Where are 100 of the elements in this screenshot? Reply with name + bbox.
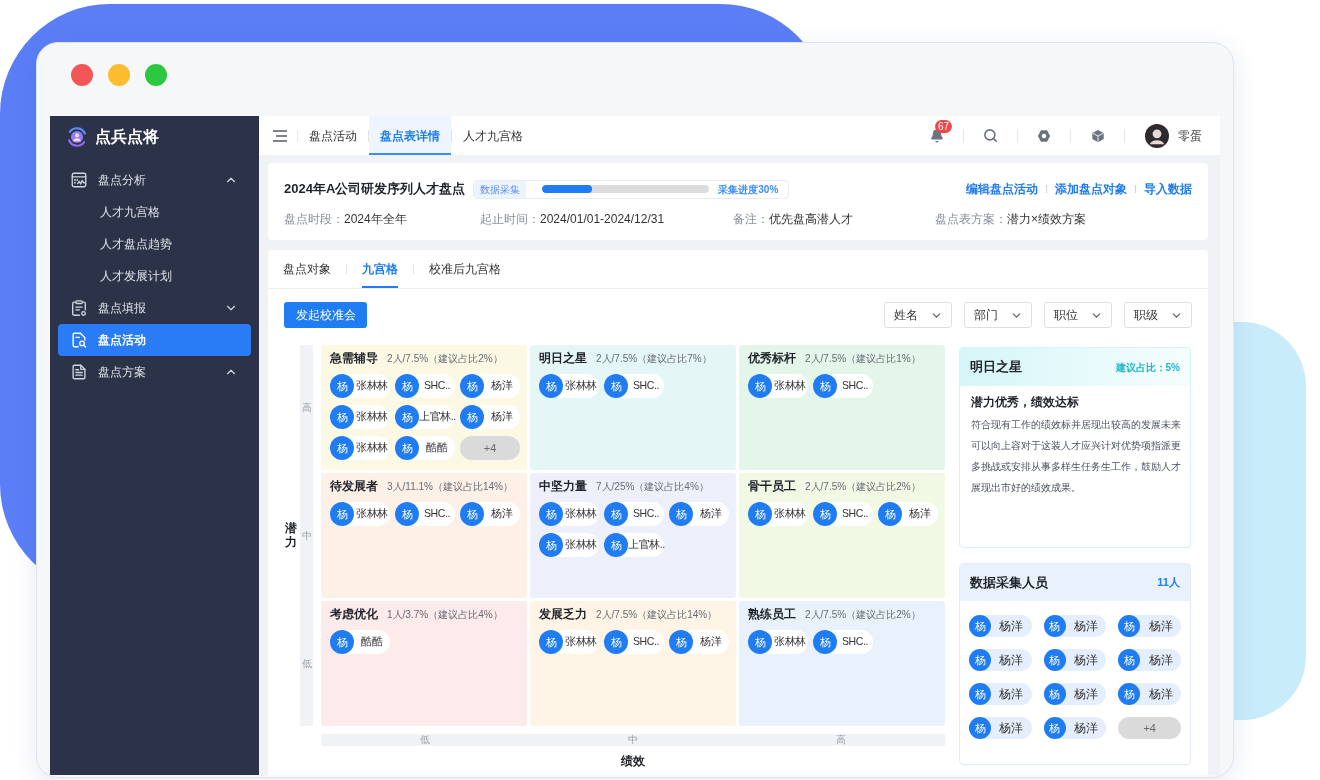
axis-level-label: 低 (420, 734, 430, 746)
person-name: 杨洋 (490, 506, 514, 522)
cell-stats: 2人/7.5%（建议占比7%） (596, 351, 712, 366)
person-name: 张林林 (564, 378, 598, 394)
settings-icon[interactable] (1037, 128, 1051, 143)
axis-level-label: 高 (836, 734, 846, 746)
person-name: 杨洋 (1147, 618, 1174, 635)
axis-level-label: 高 (301, 401, 312, 415)
avatar: 杨 (330, 405, 354, 429)
avatar: 杨 (460, 405, 484, 429)
avatar: 杨 (604, 630, 628, 654)
sidebar-item[interactable]: 盘点活动 (58, 324, 251, 356)
person-name: 杨洋 (998, 720, 1025, 737)
avatar: 杨 (1043, 649, 1066, 671)
avatar: 杨 (878, 502, 902, 526)
avatar: 杨 (813, 374, 837, 398)
user-name: 零蛋 (1178, 127, 1202, 145)
person-name: 杨洋 (490, 378, 514, 394)
avatar: 杨 (539, 502, 563, 526)
cell-title: 明日之星 (539, 350, 587, 367)
sidebar-item[interactable]: 盘点分析 (58, 164, 251, 196)
cell-title: 待发展者 (330, 478, 378, 495)
action-link[interactable]: 编辑盘点活动 (966, 180, 1038, 198)
content-tab[interactable]: 校准后九宫格 (429, 250, 501, 288)
cell-title: 中坚力量 (539, 478, 587, 495)
close-button[interactable] (71, 64, 93, 86)
avatar: 杨 (604, 533, 628, 557)
avatar: 杨 (969, 649, 991, 671)
filter-dropdown[interactable]: 职位 (1044, 302, 1112, 328)
notification-bell-icon[interactable] (930, 128, 944, 143)
search-icon[interactable] (983, 128, 998, 143)
nav-tab[interactable]: 盘点活动 (298, 116, 368, 155)
axis-title: 绩效 (621, 753, 645, 770)
calibration-button[interactable]: 发起校准会 (284, 302, 367, 328)
avatar: 杨 (395, 502, 419, 526)
person-name: SHC.. (841, 378, 869, 394)
person-name: 杨洋 (998, 652, 1025, 669)
document-search-icon (70, 331, 88, 349)
person-name: 杨洋 (1073, 652, 1099, 669)
filter-dropdown[interactable]: 姓名 (884, 302, 952, 328)
person-name: 酷酷 (425, 440, 449, 456)
action-link[interactable]: 添加盘点对象 (1055, 180, 1127, 198)
sidebar-subitem[interactable]: 人才盘点趋势 (58, 228, 251, 260)
activity-title: 2024年A公司研发序列人才盘点 (284, 180, 466, 199)
user-avatar[interactable] (1145, 123, 1169, 148)
cube-icon[interactable] (1090, 128, 1105, 143)
content-tab[interactable]: 盘点对象 (283, 250, 331, 288)
clipboard-icon (70, 299, 88, 317)
avatar: 杨 (1043, 615, 1066, 637)
cell-stats: 3人/11.1%（建议占比14%） (387, 479, 513, 494)
nav-tab[interactable]: 人才九宫格 (452, 116, 534, 155)
cell-stats: 7人/25%（建议占比4%） (596, 479, 709, 494)
menu-icon[interactable] (273, 129, 287, 142)
person-name: 杨洋 (998, 686, 1025, 703)
sidebar-subitem[interactable]: 人才发展计划 (58, 260, 251, 292)
sidebar-subitem[interactable]: 人才九宫格 (58, 196, 251, 228)
person-name: 上官林.. (628, 537, 665, 553)
sidebar-item[interactable]: 盘点填报 (58, 292, 251, 324)
filter-dropdown[interactable]: 职级 (1124, 302, 1192, 328)
more-people-button[interactable]: +4 (1118, 717, 1181, 739)
field-label: 盘点时段： (284, 211, 344, 228)
person-name: 张林林 (773, 634, 807, 650)
avatar: 杨 (539, 533, 563, 557)
filter-dropdown[interactable]: 部门 (964, 302, 1032, 328)
cell-stats: 2人/7.5%（建议占比1%） (805, 351, 921, 366)
notification-badge: 67 (935, 119, 953, 133)
detail-description: 符合现有工作的绩效标并居现出较高的发展未来可以向上容对于这装人才应兴计对优势项指派更多挑战或安排从事多样生任务生工作，鼓励人才展现出市好的绩效成果。 (971, 418, 1182, 495)
document-icon (70, 363, 88, 381)
avatar: 杨 (813, 630, 837, 654)
axis-level-label: 低 (301, 657, 312, 671)
nav-tab[interactable]: 盘点表详情 (369, 116, 451, 155)
more-people-button[interactable]: +4 (460, 436, 520, 460)
person-name: 杨洋 (1073, 720, 1099, 737)
person-name: 张林林 (355, 378, 389, 394)
axis-level-label: 中 (628, 734, 638, 746)
content-tab[interactable]: 九宫格 (362, 250, 398, 288)
person-name: 张林林 (355, 506, 389, 522)
avatar: 杨 (969, 683, 991, 705)
person-name: 张林林 (564, 537, 598, 553)
avatar: 杨 (748, 502, 772, 526)
avatar: 杨 (330, 374, 354, 398)
app-logo-text: 点兵点将 (95, 127, 159, 147)
person-name: 酷酷 (360, 634, 384, 650)
person-name: 张林林 (773, 506, 807, 522)
avatar: 杨 (539, 374, 563, 398)
cell-stats: 2人/7.5%（建议占比14%） (596, 607, 718, 622)
field-value: 2024年全年 (344, 211, 407, 228)
collectors-title: 数据采集人员 (970, 573, 1048, 592)
person-name: SHC.. (632, 634, 660, 650)
person-name: 杨洋 (998, 618, 1025, 635)
progress-reading: 采集进度30% (718, 182, 779, 197)
sidebar-item[interactable]: 盘点方案 (58, 356, 251, 388)
person-name: 杨洋 (490, 409, 514, 425)
field-value: 优先盘高潜人才 (769, 211, 853, 228)
cell-stats: 1人/3.7%（建议占比4%） (387, 607, 503, 622)
avatar: 杨 (969, 717, 991, 739)
person-name: 杨洋 (699, 506, 723, 522)
avatar: 杨 (395, 436, 419, 460)
action-link[interactable]: 导入数据 (1144, 180, 1192, 198)
person-name: 上官林.. (419, 409, 456, 425)
